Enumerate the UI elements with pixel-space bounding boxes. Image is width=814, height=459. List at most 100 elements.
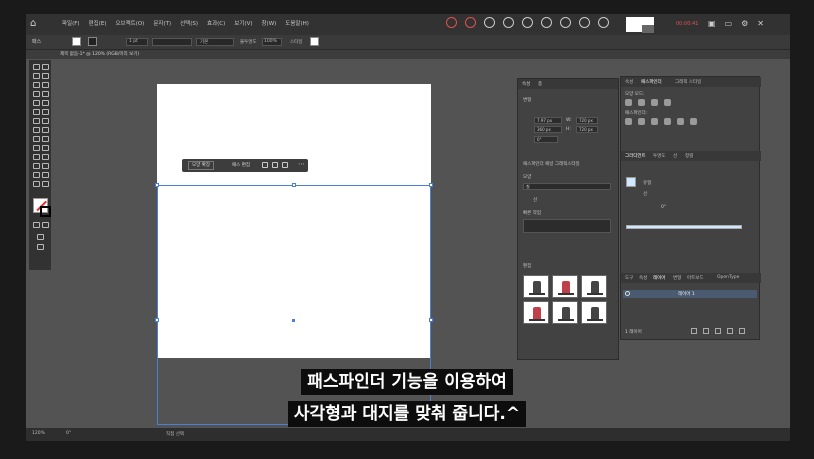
eyedropper-icon[interactable] [33, 154, 40, 160]
delete-layer-icon[interactable] [739, 328, 745, 334]
y-field[interactable]: 360 px [534, 126, 562, 133]
stroke-color-box[interactable] [40, 206, 51, 217]
handle-top-center[interactable] [292, 183, 296, 187]
locate-object-icon[interactable] [691, 328, 697, 334]
divide-icon[interactable] [625, 118, 632, 125]
document-tab[interactable]: 제목 없음-1* @ 120% (RGB/미리 보기) [60, 51, 139, 57]
draw-mode-icon[interactable] [37, 234, 44, 240]
handle-middle-right[interactable] [429, 318, 433, 322]
tab-opentype[interactable]: OpenType [717, 275, 739, 280]
unite-icon[interactable] [625, 99, 632, 106]
type-tool-icon[interactable] [33, 91, 40, 97]
shaper-tool-icon[interactable] [33, 109, 40, 115]
quick-action-area[interactable] [523, 219, 611, 233]
home-icon[interactable]: ⌂ [30, 18, 42, 30]
graph-tool-icon[interactable] [42, 163, 49, 169]
tab-stroke[interactable]: 선 [673, 153, 677, 159]
zoom-tool-icon[interactable] [42, 181, 49, 187]
h-field[interactable]: 720 px [576, 126, 598, 133]
color-mode-icon[interactable] [33, 222, 40, 228]
tab-graphic-styles[interactable]: 그래픽 스타일 [675, 79, 701, 85]
exclude-icon[interactable] [664, 99, 671, 106]
outline-icon[interactable] [677, 118, 684, 125]
tab-properties-right[interactable]: 속성 [625, 79, 633, 85]
tab-transform[interactable]: 변형 [673, 275, 681, 281]
pen-icon[interactable] [503, 17, 514, 28]
gradient-tool-icon[interactable] [42, 145, 49, 151]
x-field[interactable]: 7.97 px [534, 117, 562, 124]
tab-tools[interactable]: 도구 [625, 275, 633, 281]
asset-thumb[interactable] [552, 301, 578, 324]
stop-icon[interactable] [465, 17, 476, 28]
lasso-icon[interactable] [42, 73, 49, 79]
variable-width-select[interactable] [152, 38, 192, 46]
handle-top-left[interactable] [155, 183, 159, 187]
tab-attributes[interactable]: 속성 [639, 275, 647, 281]
gradient-slider[interactable] [626, 225, 742, 229]
paintbrush-tool-icon[interactable] [42, 100, 49, 106]
mesh-tool-icon[interactable] [33, 145, 40, 151]
handle-middle-left[interactable] [155, 318, 159, 322]
handle-top-right[interactable] [429, 183, 433, 187]
asset-thumb[interactable] [523, 301, 549, 324]
direct-selection-tool-icon[interactable] [42, 64, 49, 70]
tab-gradient[interactable]: 그라디언트 [625, 153, 646, 159]
line-tool-icon[interactable] [42, 91, 49, 97]
fill-swatch[interactable] [72, 37, 81, 46]
recolor-icon[interactable] [262, 162, 268, 168]
duplicate-icon[interactable] [272, 162, 278, 168]
width-tool-icon[interactable] [33, 127, 40, 133]
tab-transparency[interactable]: 투명도 [653, 153, 665, 159]
visibility-eye-icon[interactable] [625, 291, 630, 296]
rectangle-tool-icon[interactable] [33, 100, 40, 106]
artboard-tool-icon[interactable] [33, 172, 40, 178]
scale-tool-icon[interactable] [42, 118, 49, 124]
minus-front-icon[interactable] [638, 99, 645, 106]
asset-thumb[interactable] [581, 275, 607, 298]
eraser-tool-icon[interactable] [42, 109, 49, 115]
screenshot-icon[interactable]: ▣ [708, 18, 716, 30]
hand-icon[interactable] [579, 17, 590, 28]
zoom-level[interactable]: 120% [32, 431, 45, 436]
slice-tool-icon[interactable] [42, 172, 49, 178]
blend-tool-icon[interactable] [42, 154, 49, 160]
tab-artboards[interactable]: 아트보드 [687, 275, 704, 281]
merge-icon[interactable] [651, 118, 658, 125]
hand-tool-icon[interactable] [33, 181, 40, 187]
crop-icon[interactable] [664, 118, 671, 125]
cursor-icon[interactable] [560, 17, 571, 28]
asset-thumb[interactable] [552, 275, 578, 298]
perspective-grid-icon[interactable] [42, 136, 49, 142]
rotation-value[interactable]: 0° [66, 431, 71, 436]
tab-properties[interactable]: 속성 [522, 81, 530, 87]
asset-thumb[interactable] [581, 301, 607, 324]
pen-tool-icon[interactable] [33, 82, 40, 88]
menu-view[interactable]: 보기(V) [234, 19, 252, 29]
curvature-tool-icon[interactable] [42, 82, 49, 88]
layer-row[interactable]: 레이어 1 [623, 290, 757, 298]
intersect-icon[interactable] [651, 99, 658, 106]
capture-icon[interactable] [484, 17, 495, 28]
graphic-style-swatch[interactable] [310, 37, 319, 46]
asset-thumb[interactable] [523, 275, 549, 298]
screen-mode-icon[interactable] [37, 244, 44, 250]
record-icon[interactable] [446, 17, 457, 28]
minus-back-icon[interactable] [690, 118, 697, 125]
menu-edit[interactable]: 편집(E) [89, 19, 107, 29]
minimize-icon[interactable]: ▭ [725, 18, 733, 30]
w-field[interactable]: 720 px [576, 117, 598, 124]
tab-align[interactable]: 정렬 [685, 153, 693, 159]
shape-builder-icon[interactable] [33, 136, 40, 142]
trim-icon[interactable] [638, 118, 645, 125]
free-transform-icon[interactable] [42, 127, 49, 133]
menu-type[interactable]: 문자(T) [153, 19, 171, 29]
close-icon[interactable]: ✕ [757, 18, 764, 30]
arrow-icon[interactable] [541, 17, 552, 28]
angle-field[interactable]: 0° [534, 136, 558, 143]
menu-window[interactable]: 창(W) [261, 19, 276, 29]
gradient-swatch[interactable] [626, 177, 636, 187]
tab-layers-right[interactable]: 레이어 [653, 275, 665, 281]
tab-layers[interactable]: 층 [538, 81, 542, 87]
align-icons[interactable] [366, 38, 446, 46]
edit-path-button[interactable]: 패스 편집 [232, 162, 250, 168]
